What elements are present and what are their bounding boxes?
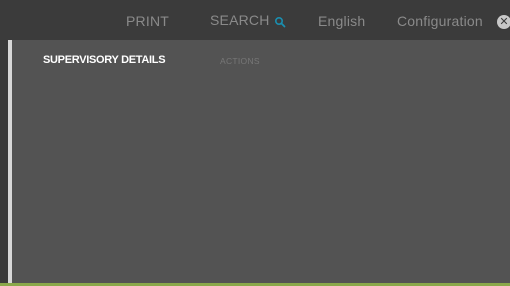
close-icon[interactable]: ✕ [497, 15, 510, 29]
top-navigation-bar: PRINT SEARCH English Configuration ✕ [0, 0, 510, 40]
tab-supervisory-details[interactable]: SUPERVISORY DETAILS [43, 54, 166, 66]
panel-left-border [8, 40, 12, 283]
search-link[interactable]: SEARCH [210, 0, 286, 40]
page: PRINT SEARCH English Configuration ✕ SUP… [0, 0, 510, 286]
search-label: SEARCH [210, 11, 270, 28]
language-selector[interactable]: English [318, 0, 365, 40]
tab-actions[interactable]: ACTIONS [220, 56, 260, 66]
search-icon[interactable] [274, 16, 286, 28]
print-link[interactable]: PRINT [126, 0, 169, 40]
configuration-link[interactable]: Configuration [397, 0, 483, 40]
details-panel [8, 40, 510, 283]
